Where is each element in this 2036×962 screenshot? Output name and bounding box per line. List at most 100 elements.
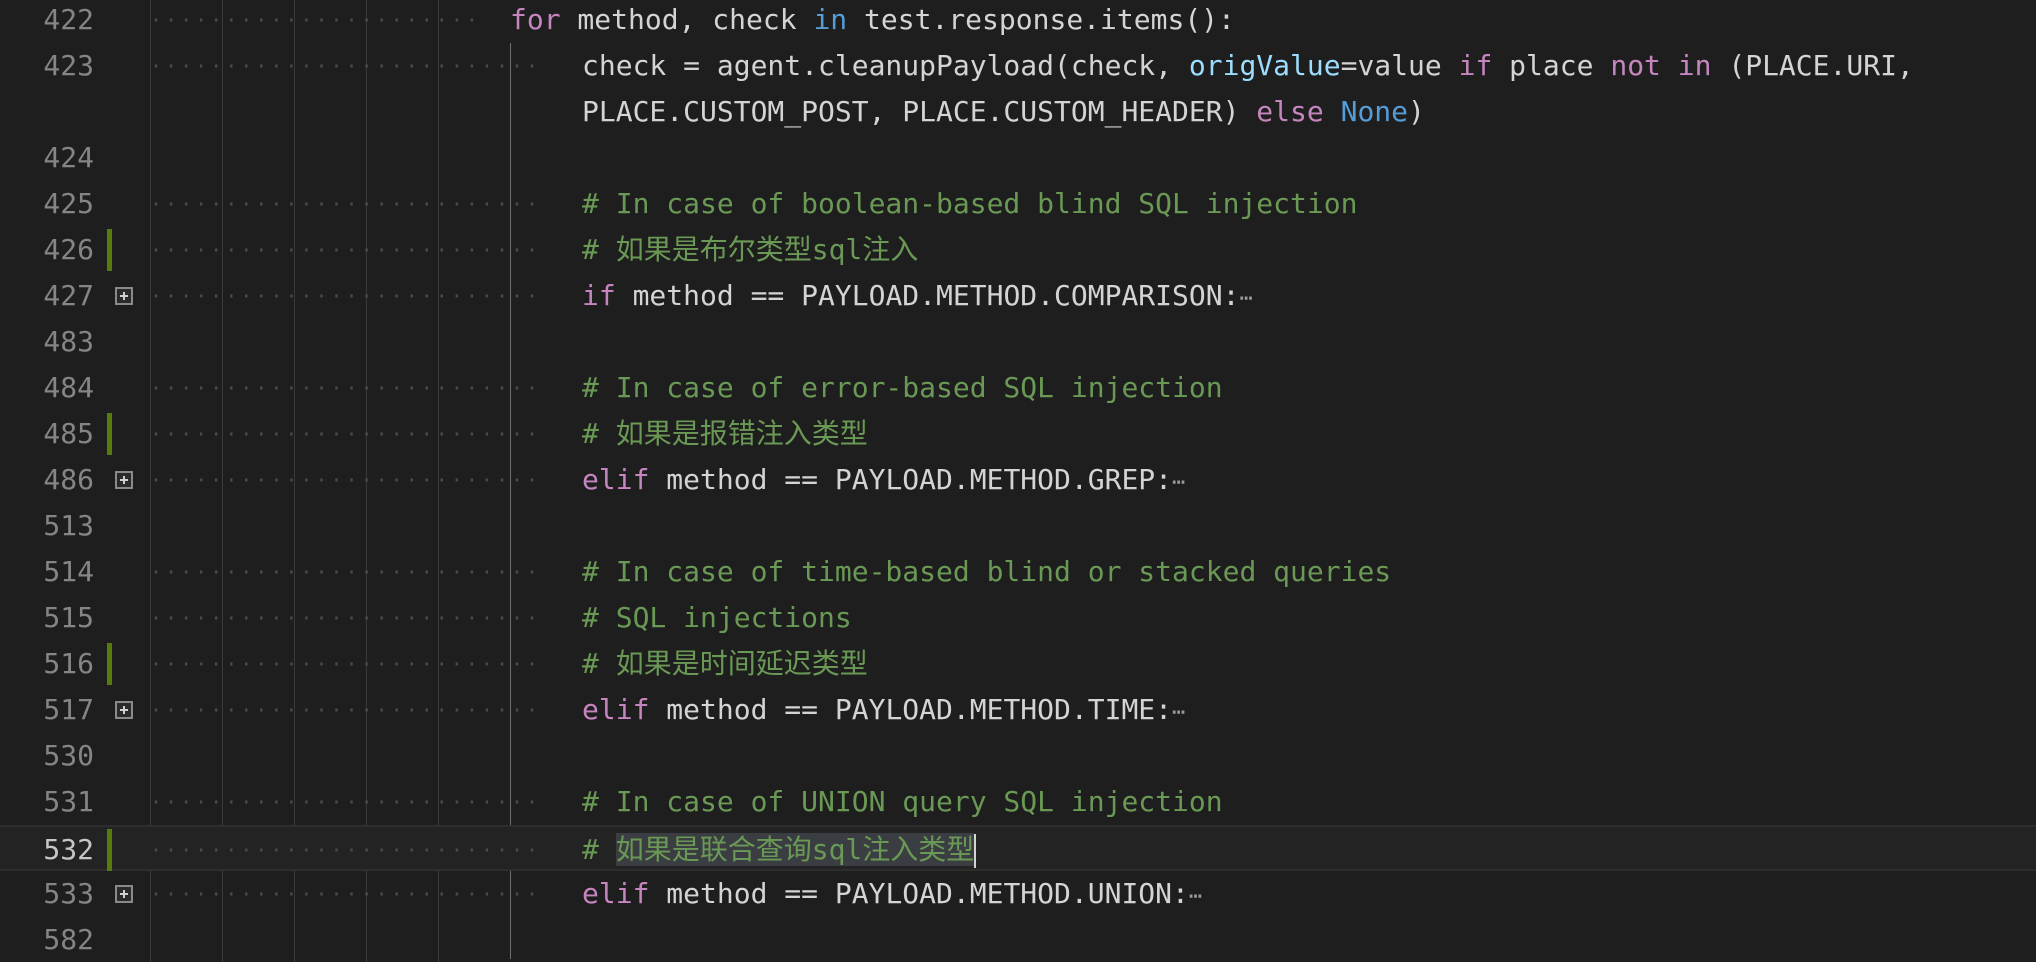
code-token: method == PAYLOAD.METHOD.TIME: (649, 693, 1173, 726)
code-token: =value (1340, 49, 1459, 82)
whitespace-dots: ········································… (150, 54, 546, 78)
code-token: ⋯ (1188, 884, 1203, 909)
code-text[interactable]: elif method == PAYLOAD.METHOD.TIME:⋯ (582, 687, 1185, 733)
code-token: # In case of error-based SQL injection (582, 371, 1223, 404)
code-line[interactable]: 427 ·····································… (0, 273, 2036, 319)
code-line[interactable]: 483 (0, 319, 2036, 365)
code-text[interactable]: # 如果是时间延迟类型 (582, 641, 868, 687)
code-line[interactable]: 425 ·····································… (0, 181, 2036, 227)
modified-line-marker (107, 829, 112, 871)
modified-line-marker (107, 229, 112, 271)
code-token: if (1458, 49, 1493, 82)
code-token: method == PAYLOAD.METHOD.UNION: (649, 877, 1189, 910)
code-line[interactable]: 513 (0, 503, 2036, 549)
code-text[interactable]: PLACE.CUSTOM_POST, PLACE.CUSTOM_HEADER) … (582, 89, 1425, 135)
whitespace-dots: ········································… (150, 652, 546, 676)
line-number: 530 (43, 739, 94, 772)
code-text[interactable]: check = agent.cleanupPayload(check, orig… (582, 43, 1914, 89)
whitespace-dots: ········································… (150, 284, 546, 308)
code-token: method == PAYLOAD.METHOD.GREP: (649, 463, 1173, 496)
code-line[interactable]: 486 ·····································… (0, 457, 2036, 503)
code-token: # SQL injections (582, 601, 852, 634)
whitespace-dots: ········································… (150, 882, 546, 906)
whitespace-dots: ········································… (150, 238, 546, 262)
code-token: # 如果是报错注入类型 (582, 417, 868, 450)
code-token: # (582, 833, 616, 866)
code-token: method, check (560, 3, 814, 36)
code-token: check = agent.cleanupPayload(check, (582, 49, 1189, 82)
code-text[interactable]: elif method == PAYLOAD.METHOD.UNION:⋯ (582, 871, 1202, 917)
line-number: 484 (43, 371, 94, 404)
code-line[interactable]: 530 (0, 733, 2036, 779)
code-line[interactable]: 422 ···································· f… (0, 0, 2036, 43)
line-number: 483 (43, 325, 94, 358)
whitespace-dots: ········································… (150, 192, 546, 216)
code-line[interactable]: 514 ·····································… (0, 549, 2036, 595)
code-token: elif (582, 693, 650, 726)
modified-line-marker (107, 413, 112, 455)
code-line[interactable]: 516 ·····································… (0, 641, 2036, 687)
expand-fold-icon[interactable] (115, 885, 133, 903)
code-token: PLACE.CUSTOM_POST, PLACE.CUSTOM_HEADER) (582, 95, 1257, 128)
code-text[interactable]: # 如果是布尔类型sql注入 (582, 227, 918, 273)
code-line[interactable]: PLACE.CUSTOM_POST, PLACE.CUSTOM_HEADER) … (0, 89, 2036, 135)
line-number: 532 (43, 833, 94, 866)
modified-line-marker (107, 643, 112, 685)
code-token: ⋯ (1172, 700, 1186, 725)
code-text[interactable]: # 如果是报错注入类型 (582, 411, 868, 457)
line-number: 425 (43, 187, 94, 220)
line-number: 517 (43, 693, 94, 726)
code-token: # In case of UNION query SQL injection (582, 785, 1223, 818)
code-token: test.response.items(): (847, 3, 1235, 36)
code-line[interactable]: 484 ·····································… (0, 365, 2036, 411)
line-number: 423 (43, 49, 94, 82)
line-number: 424 (43, 141, 94, 174)
code-line[interactable]: 531 ·····································… (0, 779, 2036, 825)
code-token: method == PAYLOAD.METHOD.COMPARISON: (615, 279, 1240, 312)
code-text[interactable]: if method == PAYLOAD.METHOD.COMPARISON:⋯ (582, 273, 1253, 319)
whitespace-dots: ········································… (150, 838, 546, 862)
code-text[interactable]: # In case of error-based SQL injection (582, 365, 1223, 411)
line-number: 513 (43, 509, 94, 542)
code-text[interactable]: # 如果是联合查询sql注入类型 (582, 827, 977, 873)
line-number: 533 (43, 877, 94, 910)
code-line[interactable]: 517 ·····································… (0, 687, 2036, 733)
code-token: None (1340, 95, 1409, 128)
code-token: place (1492, 49, 1611, 82)
line-number: 515 (43, 601, 94, 634)
code-line[interactable]: 532 ·····································… (0, 825, 2036, 871)
line-number: 426 (43, 233, 94, 266)
expand-fold-icon[interactable] (115, 287, 133, 305)
code-token: in (813, 3, 848, 36)
code-token: 如果是联合查询sql注入类型 (615, 833, 975, 866)
code-line[interactable]: 515 ·····································… (0, 595, 2036, 641)
code-token: ⋯ (1172, 470, 1186, 495)
code-editor[interactable]: 422 ···································· f… (0, 0, 2036, 962)
code-token: (PLACE.URI, (1711, 49, 1914, 82)
code-line[interactable]: 485 ·····································… (0, 411, 2036, 457)
code-token: for (510, 3, 561, 36)
code-line[interactable]: 426 ·····································… (0, 227, 2036, 273)
code-line[interactable]: 582 (0, 917, 2036, 962)
line-number: 427 (43, 279, 94, 312)
code-text[interactable]: for method, check in test.response.items… (510, 0, 1235, 43)
code-token: else (1256, 95, 1324, 128)
code-text[interactable]: # In case of UNION query SQL injection (582, 779, 1223, 825)
code-token: elif (582, 463, 650, 496)
code-text[interactable]: elif method == PAYLOAD.METHOD.GREP:⋯ (582, 457, 1185, 503)
code-line[interactable]: 424 (0, 135, 2036, 181)
code-text[interactable]: # In case of time-based blind or stacked… (582, 549, 1391, 595)
whitespace-dots: ········································… (150, 790, 546, 814)
expand-fold-icon[interactable] (115, 701, 133, 719)
code-text[interactable]: # In case of boolean-based blind SQL inj… (582, 181, 1357, 227)
line-number (0, 89, 94, 135)
code-token: ) (1408, 95, 1425, 128)
code-text[interactable]: # SQL injections (582, 595, 852, 641)
code-line[interactable]: 423 ·····································… (0, 43, 2036, 89)
code-token: origValue (1188, 49, 1341, 82)
code-token: # In case of boolean-based blind SQL inj… (582, 187, 1358, 220)
expand-fold-icon[interactable] (115, 471, 133, 489)
code-line[interactable]: 533 ·····································… (0, 871, 2036, 917)
